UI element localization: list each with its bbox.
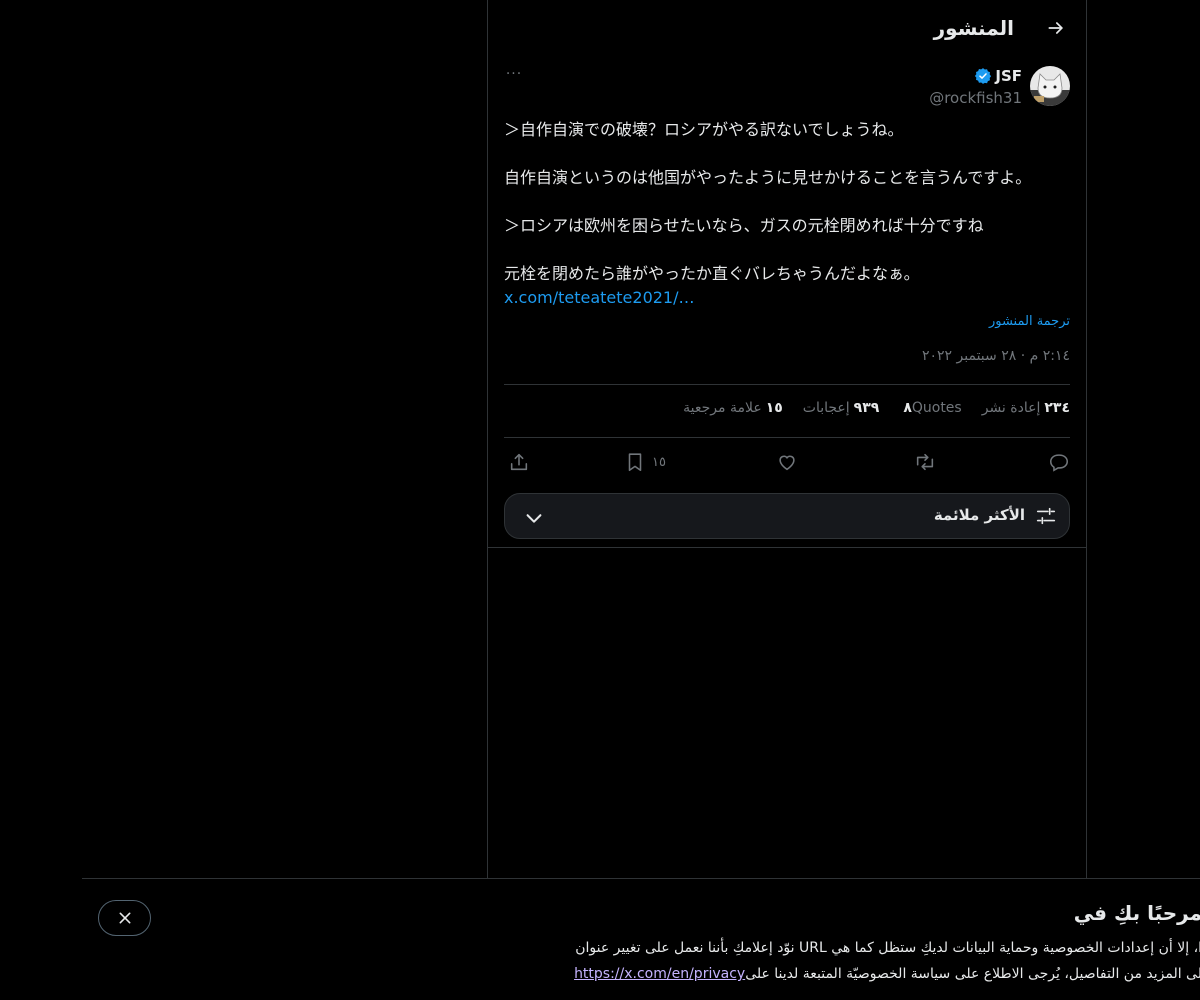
main-column: المنشور JSF @rockfish31 ··· ＞自作自演での破壊？ロシ… — [487, 0, 1087, 880]
bookmark-count: ١٥ — [652, 454, 666, 470]
post-link[interactable]: x.com/teteatete2021/… — [504, 288, 695, 307]
repost-button[interactable] — [914, 448, 936, 476]
reply-button[interactable] — [1048, 448, 1070, 476]
translate-post-link[interactable]: ترجمة المنشور — [989, 314, 1070, 329]
back-button[interactable] — [1042, 14, 1070, 42]
chevron-down-icon — [526, 514, 542, 523]
display-name-row[interactable]: JSF — [929, 66, 1022, 86]
share-icon — [510, 453, 528, 471]
post-actions: ١٥ — [504, 448, 1070, 476]
stat-likes[interactable]: ٩٣٩إعجابات — [803, 400, 880, 416]
post-stats: ٢٣٤إعادة نشر ٨Quotes ٩٣٩إعجابات ١٥علامة … — [683, 400, 1070, 416]
stat-bookmarks[interactable]: ١٥علامة مرجعية — [683, 400, 783, 416]
display-name: JSF — [995, 67, 1022, 85]
post-line: ＞ロシアは欧州を困らせたいなら、ガスの元栓閉めれば十分ですね — [504, 216, 984, 235]
privacy-banner: مرحبًا بكِ في ا، إلا أن إعدادات الخصوصية… — [82, 878, 1200, 1000]
reply-icon — [1049, 454, 1069, 472]
bookmark-button[interactable]: ١٥ — [624, 448, 666, 476]
post-text: ＞自作自演での破壊？ロシアがやる訳ないでしょうね。 自作自演というのは他国がやっ… — [504, 118, 1070, 310]
divider — [504, 384, 1070, 385]
cat-avatar-icon — [1030, 66, 1070, 106]
divider — [504, 437, 1070, 438]
post-line: 自作自演というのは他国がやったように見せかけることを言うんですよ。 — [504, 168, 1032, 187]
replies-sort-dropdown[interactable]: الأكثر ملائمة — [504, 493, 1070, 539]
stat-quotes[interactable]: ٨Quotes — [899, 400, 961, 416]
verified-badge-icon — [975, 68, 992, 84]
author-names: JSF @rockfish31 — [929, 66, 1022, 108]
bookmark-icon — [628, 453, 642, 472]
banner-line: لى المزيد من التفاصيل، يُرجى الاطلاع على… — [574, 966, 1200, 982]
post-line: ＞自作自演での破壊？ロシアがやる訳ないでしょうね。 — [504, 120, 904, 139]
like-button[interactable] — [776, 448, 798, 476]
close-icon — [119, 912, 130, 924]
post-container: المنشور JSF @rockfish31 ··· ＞自作自演での破壊？ロシ… — [488, 0, 1086, 548]
share-button[interactable] — [508, 448, 530, 476]
page-title: المنشور — [933, 16, 1014, 40]
banner-line: ا، إلا أن إعدادات الخصوصية وحماية البيان… — [575, 940, 1200, 956]
post-timestamp[interactable]: ٢:١٤ م · ٢٨ سبتمبر ٢٠٢٢ — [922, 348, 1070, 364]
heart-icon — [779, 455, 795, 471]
more-options-button[interactable]: ··· — [504, 66, 524, 86]
sliders-icon — [1036, 507, 1056, 525]
close-banner-button[interactable] — [98, 900, 151, 936]
page-header: المنشور — [488, 0, 1086, 56]
arrow-right-icon — [1048, 22, 1063, 34]
repost-icon — [916, 453, 934, 471]
post-author: JSF @rockfish31 ··· — [504, 66, 1070, 108]
stat-reposts[interactable]: ٢٣٤إعادة نشر — [982, 400, 1070, 416]
privacy-policy-link[interactable]: https://x.com/en/privacy — [574, 966, 745, 982]
banner-title: مرحبًا بكِ في — [1073, 901, 1200, 925]
post-line: 元栓を閉めたら誰がやったか直ぐバレちゃうんだよなぁ。 — [504, 264, 920, 283]
banner-text: ا، إلا أن إعدادات الخصوصية وحماية البيان… — [574, 935, 1200, 987]
avatar[interactable] — [1030, 66, 1070, 106]
sort-label: الأكثر ملائمة — [933, 506, 1025, 524]
author-handle[interactable]: @rockfish31 — [929, 88, 1022, 108]
